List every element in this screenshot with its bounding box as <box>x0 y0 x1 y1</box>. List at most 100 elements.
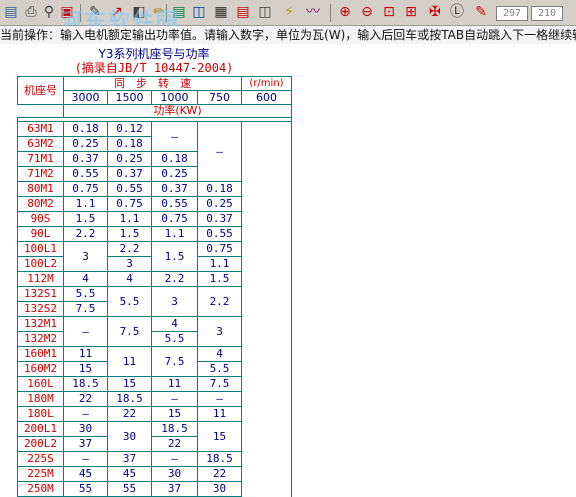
book-icon[interactable]: ▤ <box>170 3 188 21</box>
power-value-cell[interactable]: 0.55 <box>63 166 108 182</box>
power-value-cell[interactable]: 4 <box>107 271 152 287</box>
power-value-cell[interactable]: 22 <box>197 466 242 482</box>
power-value-cell[interactable]: 7.5 <box>107 316 152 347</box>
power-value-cell[interactable]: 37 <box>151 481 198 497</box>
power-value-cell[interactable]: 0.25 <box>63 136 108 152</box>
power-value-cell[interactable]: 55 <box>63 481 108 497</box>
power-value-cell[interactable]: 0.18 <box>151 151 198 167</box>
power-value-cell[interactable]: 45 <box>107 466 152 482</box>
power-value-cell[interactable]: 0.12 <box>107 121 152 137</box>
text-icon[interactable]: Ⓛ <box>448 3 466 21</box>
power-value-cell[interactable]: 2.2 <box>197 286 242 317</box>
power-value-cell[interactable]: 37 <box>63 436 108 452</box>
power-value-cell[interactable]: 0.18 <box>63 121 108 137</box>
pen-icon[interactable]: ✎ <box>86 3 104 21</box>
power-value-cell[interactable]: — <box>151 451 198 467</box>
power-value-cell[interactable]: — <box>197 391 242 407</box>
wave-icon[interactable]: 〰 <box>304 3 322 21</box>
power-value-cell[interactable] <box>241 121 292 497</box>
power-value-cell[interactable]: 15 <box>107 376 152 392</box>
power-value-cell[interactable]: 1.1 <box>107 211 152 227</box>
power-value-cell[interactable]: 11 <box>63 346 108 362</box>
power-value-cell[interactable]: 1.1 <box>197 256 242 272</box>
power-value-cell[interactable]: — <box>63 406 108 422</box>
power-value-cell[interactable]: 0.75 <box>151 211 198 227</box>
power-value-cell[interactable]: 1.1 <box>63 196 108 212</box>
pan-icon[interactable]: ✠ <box>426 3 444 21</box>
power-value-cell[interactable]: 0.37 <box>197 211 242 227</box>
power-value-cell[interactable]: 11 <box>151 376 198 392</box>
power-value-cell[interactable]: 3 <box>107 256 152 272</box>
power-value-cell[interactable]: 5.5 <box>151 331 198 347</box>
frame-icon[interactable]: ▣ <box>58 3 76 21</box>
power-value-cell[interactable]: 18.5 <box>151 421 198 437</box>
power-value-cell[interactable]: 0.75 <box>197 241 242 257</box>
power-value-cell[interactable]: 22 <box>107 406 152 422</box>
power-value-cell[interactable]: 7.5 <box>63 301 108 317</box>
power-value-cell[interactable]: 18.5 <box>63 376 108 392</box>
power-value-cell[interactable]: 5.5 <box>63 286 108 302</box>
print-icon[interactable]: ⎙ <box>22 3 40 21</box>
power-icon[interactable]: ⚡ <box>280 3 298 21</box>
document-icon[interactable]: ◫ <box>190 3 208 21</box>
power-value-cell[interactable]: 1.5 <box>197 271 242 287</box>
tool-icon[interactable]: ◧ <box>130 3 148 21</box>
power-value-cell[interactable]: 3 <box>63 241 108 272</box>
power-value-cell[interactable]: — <box>151 391 198 407</box>
power-value-cell[interactable]: 1.5 <box>63 211 108 227</box>
power-value-cell[interactable]: 18.5 <box>197 451 242 467</box>
power-value-cell[interactable]: 7.5 <box>197 376 242 392</box>
power-value-cell[interactable]: 0.75 <box>107 196 152 212</box>
power-value-cell[interactable]: 0.55 <box>107 181 152 197</box>
power-value-cell[interactable]: 22 <box>63 391 108 407</box>
power-value-cell[interactable]: — <box>151 121 198 152</box>
tower-icon[interactable]: ▤ <box>234 3 252 21</box>
power-value-cell[interactable]: 2.2 <box>151 271 198 287</box>
coord-x-field[interactable]: 297 <box>496 6 528 21</box>
power-value-cell[interactable]: 15 <box>197 421 242 452</box>
power-value-cell[interactable]: 7.5 <box>151 346 198 377</box>
open-icon[interactable]: ▤ <box>2 3 20 21</box>
power-value-cell[interactable]: 0.55 <box>151 196 198 212</box>
power-value-cell[interactable]: 0.25 <box>107 151 152 167</box>
power-value-cell[interactable]: 4 <box>151 316 198 332</box>
power-value-cell[interactable]: 1.5 <box>107 226 152 242</box>
power-value-cell[interactable]: 55 <box>107 481 152 497</box>
power-value-cell[interactable]: 3 <box>197 316 242 347</box>
power-value-cell[interactable]: 0.55 <box>197 226 242 242</box>
power-value-cell[interactable]: — <box>63 451 108 467</box>
power-value-cell[interactable]: 4 <box>197 346 242 362</box>
draw-icon[interactable]: ✎ <box>472 3 490 21</box>
power-value-cell[interactable]: 37 <box>107 451 152 467</box>
power-value-cell[interactable]: 0.37 <box>151 181 198 197</box>
power-value-cell[interactable]: 5.5 <box>107 286 152 317</box>
power-value-cell[interactable]: 15 <box>151 406 198 422</box>
power-value-cell[interactable]: 0.25 <box>151 166 198 182</box>
power-value-cell[interactable]: — <box>197 121 242 182</box>
power-value-cell[interactable]: 2.2 <box>107 241 152 257</box>
power-value-cell[interactable]: 0.37 <box>107 166 152 182</box>
power-value-cell[interactable]: 0.18 <box>197 181 242 197</box>
power-value-cell[interactable]: 11 <box>197 406 242 422</box>
zoom-out-icon[interactable]: ⊖ <box>358 3 376 21</box>
power-value-cell[interactable]: 45 <box>63 466 108 482</box>
zoom-area-icon[interactable]: ⊞ <box>402 3 420 21</box>
power-value-cell[interactable]: 0.75 <box>63 181 108 197</box>
power-value-cell[interactable]: — <box>63 316 108 347</box>
power-value-cell[interactable]: 11 <box>107 346 152 377</box>
coord-y-field[interactable]: 210 <box>531 6 563 21</box>
power-value-cell[interactable]: 30 <box>63 421 108 437</box>
power-value-cell[interactable]: 0.37 <box>63 151 108 167</box>
power-value-cell[interactable]: 3 <box>151 286 198 317</box>
power-value-cell[interactable]: 30 <box>197 481 242 497</box>
power-value-cell[interactable]: 15 <box>63 361 108 377</box>
power-value-cell[interactable]: 0.18 <box>107 136 152 152</box>
power-value-cell[interactable]: 30 <box>107 421 152 452</box>
power-value-cell[interactable]: 0.25 <box>197 196 242 212</box>
zoom-in-icon[interactable]: ⊕ <box>336 3 354 21</box>
battery-icon[interactable]: ▦ <box>212 3 230 21</box>
power-value-cell[interactable]: 22 <box>151 436 198 452</box>
search-icon[interactable]: ⚲ <box>40 3 58 21</box>
power-value-cell[interactable]: 30 <box>151 466 198 482</box>
power-value-cell[interactable]: 2.2 <box>63 226 108 242</box>
